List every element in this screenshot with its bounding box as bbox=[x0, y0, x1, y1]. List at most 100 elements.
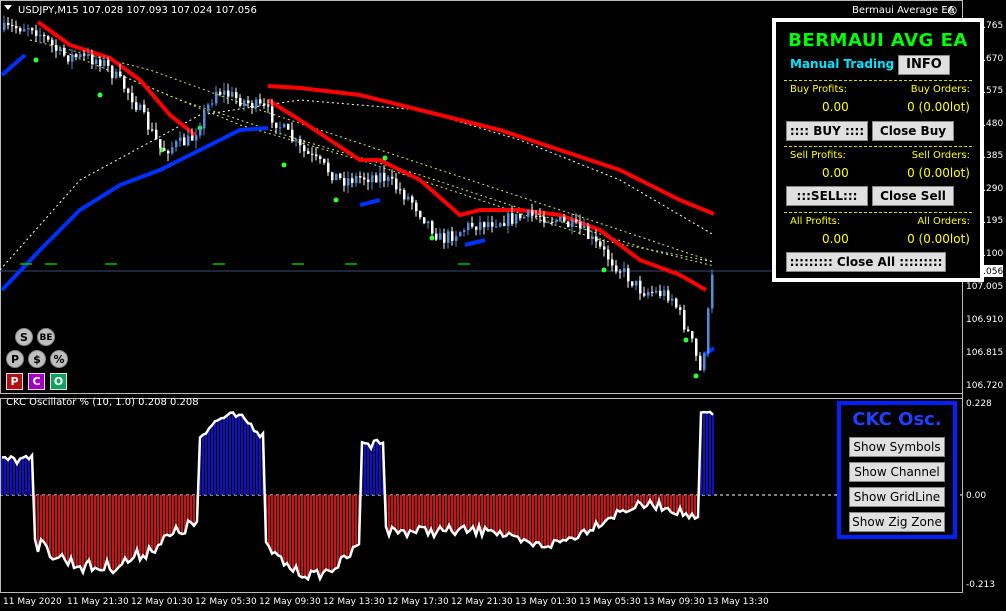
candle-body bbox=[559, 216, 562, 222]
ea-name-label: Bermaui Average EA bbox=[852, 5, 955, 16]
candle-body bbox=[407, 196, 410, 200]
candle-body bbox=[587, 226, 590, 239]
candle-body bbox=[703, 353, 706, 371]
candle-body bbox=[391, 176, 394, 179]
o-square-button[interactable]: O bbox=[50, 373, 67, 390]
candle-body bbox=[363, 177, 366, 180]
time-tick: 13 May 13:30 bbox=[707, 597, 769, 607]
candle-body bbox=[347, 178, 350, 186]
candle-body bbox=[471, 223, 474, 227]
candle-body bbox=[679, 307, 682, 310]
sell-profits-value: 0.00 bbox=[822, 166, 849, 180]
price-tick: 106.910 bbox=[966, 315, 1003, 325]
candle-body bbox=[23, 29, 26, 32]
candle-body bbox=[567, 221, 570, 228]
close-all-button[interactable]: ::::::::: Close All ::::::::: bbox=[786, 252, 946, 272]
sell-profits-label: Sell Profits: bbox=[790, 150, 846, 161]
signal-dot bbox=[97, 92, 103, 98]
collapse-triangle-icon[interactable] bbox=[4, 5, 12, 10]
candle-body bbox=[223, 90, 226, 95]
signal-dot bbox=[382, 155, 388, 161]
candle-body bbox=[179, 137, 182, 142]
oscillator-title: CKC Oscillator % (10, 1.0) 0.208 0.208 bbox=[6, 397, 199, 408]
candle-body bbox=[623, 268, 626, 272]
candle-body bbox=[611, 259, 614, 266]
candle-body bbox=[307, 151, 310, 154]
candle-body bbox=[707, 308, 710, 354]
p-square-button[interactable]: P bbox=[6, 373, 23, 390]
candle-body bbox=[235, 92, 238, 98]
candle-body bbox=[67, 55, 70, 62]
candle-body bbox=[103, 60, 106, 67]
candle-body bbox=[667, 290, 670, 301]
candle-body bbox=[155, 129, 158, 140]
buy-profits-value: 0.00 bbox=[822, 100, 849, 114]
candle-body bbox=[659, 290, 662, 297]
candle-body bbox=[591, 236, 594, 239]
info-button[interactable]: INFO bbox=[898, 55, 950, 75]
p-round-button[interactable]: P bbox=[6, 350, 24, 368]
candle-body bbox=[107, 60, 110, 66]
candle-body bbox=[95, 59, 98, 64]
price-tick: 107.005 bbox=[966, 282, 1003, 292]
osc-tick: 0.228 bbox=[966, 399, 992, 409]
candle-body bbox=[531, 210, 534, 216]
percent-button[interactable]: % bbox=[50, 350, 68, 368]
candle-body bbox=[191, 135, 194, 141]
candle-body bbox=[563, 216, 566, 222]
candle-body bbox=[247, 100, 250, 104]
candle-body bbox=[27, 28, 30, 30]
c-square-button[interactable]: C bbox=[28, 373, 45, 390]
candle-body bbox=[387, 176, 390, 181]
candle-body bbox=[415, 202, 418, 212]
show-channel-button[interactable]: Show Channel bbox=[849, 462, 945, 482]
candlesticks bbox=[3, 15, 714, 373]
candle-body bbox=[423, 217, 426, 224]
candle-body bbox=[479, 222, 482, 230]
candle-body bbox=[315, 154, 318, 157]
candle-body bbox=[135, 102, 138, 110]
s-button[interactable]: S bbox=[15, 328, 33, 346]
time-tick: 12 May 13:30 bbox=[323, 597, 385, 607]
candle-body bbox=[447, 231, 450, 243]
time-tick: 12 May 17:30 bbox=[387, 597, 449, 607]
show-gridline-button[interactable]: Show GridLine bbox=[849, 487, 945, 507]
candle-body bbox=[635, 280, 638, 286]
buy-button[interactable]: :::: BUY :::: bbox=[786, 121, 868, 141]
blue-ma-line bbox=[359, 198, 381, 207]
candle-body bbox=[203, 110, 206, 129]
candle-body bbox=[227, 90, 230, 97]
show-symbols-button[interactable]: Show Symbols bbox=[849, 437, 945, 457]
candle-body bbox=[207, 104, 210, 111]
buy-profits-label: Buy Profits: bbox=[790, 84, 847, 95]
candle-body bbox=[163, 148, 166, 151]
dollar-button[interactable]: $ bbox=[28, 350, 46, 368]
candle-body bbox=[383, 172, 386, 181]
signal-dot bbox=[601, 267, 607, 273]
close-buy-button[interactable]: Close Buy bbox=[872, 121, 954, 141]
candle-body bbox=[499, 223, 502, 227]
candle-body bbox=[199, 128, 202, 136]
candle-body bbox=[627, 268, 630, 282]
candle-body bbox=[251, 103, 254, 109]
candle-body bbox=[599, 241, 602, 247]
candle-body bbox=[343, 178, 346, 186]
candle-body bbox=[255, 99, 258, 109]
candle-body bbox=[187, 135, 190, 146]
candle-body bbox=[147, 111, 150, 130]
candle-body bbox=[195, 135, 198, 141]
candle-body bbox=[575, 219, 578, 222]
be-button[interactable]: BE bbox=[37, 328, 55, 346]
candle-body bbox=[131, 92, 134, 103]
candle-body bbox=[271, 106, 274, 123]
sell-button[interactable]: :::SELL::: bbox=[786, 186, 868, 206]
candle-body bbox=[299, 139, 302, 146]
all-profits-value: 0.00 bbox=[822, 232, 849, 246]
candle-body bbox=[691, 331, 694, 339]
ea-separator bbox=[784, 212, 972, 213]
close-sell-button[interactable]: Close Sell bbox=[872, 186, 954, 206]
candle-body bbox=[455, 236, 458, 241]
candle-body bbox=[83, 54, 86, 56]
candle-body bbox=[287, 124, 290, 130]
show-zig-zone-button[interactable]: Show Zig Zone bbox=[849, 512, 945, 532]
